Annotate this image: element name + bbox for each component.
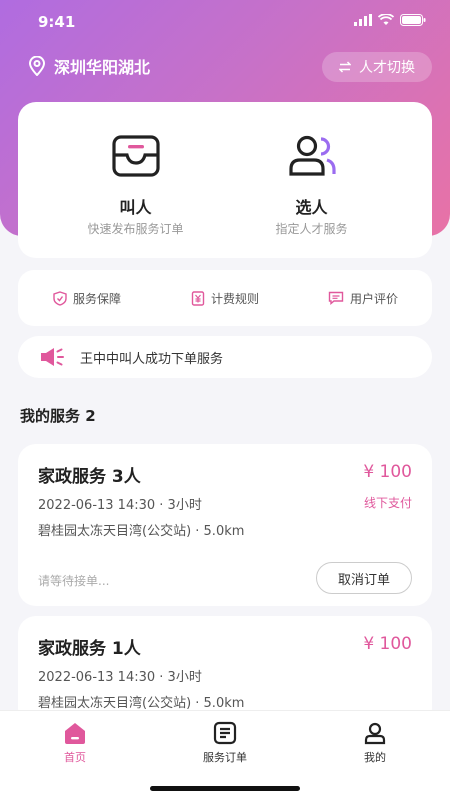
feature-bar: 服务保障 计费规则 用户评价 xyxy=(18,270,432,326)
location-selector[interactable]: 深圳华阳湖北 xyxy=(28,54,150,78)
feature-service-guarantee[interactable]: 服务保障 xyxy=(18,290,156,307)
choose-person-title: 选人 xyxy=(295,198,328,217)
notice-banner[interactable]: 王中中叫人成功下单服务 xyxy=(18,336,432,378)
tab-label: 服务订单 xyxy=(203,751,247,764)
status-bar: 9:41 xyxy=(0,0,450,44)
cancel-order-button[interactable]: 取消订单 xyxy=(316,562,412,594)
order-card[interactable]: 家政服务 3人 ¥ 100 2022-06-13 14:30 · 3小时 线下支… xyxy=(18,444,432,606)
order-title: 家政服务 1人 xyxy=(38,639,141,659)
status-time: 9:41 xyxy=(38,13,76,31)
swap-icon xyxy=(339,61,351,73)
home-icon xyxy=(65,723,85,744)
order-time: 2022-06-13 14:30 · 3小时 xyxy=(38,498,202,513)
feature-user-reviews[interactable]: 用户评价 xyxy=(294,290,432,307)
order-payment-method: 线下支付 xyxy=(363,496,412,510)
battery-icon xyxy=(400,14,426,26)
tab-service-orders[interactable]: 服务订单 xyxy=(150,721,300,765)
talent-switch-button[interactable]: 人才切换 xyxy=(322,52,432,82)
inbox-icon xyxy=(111,135,160,177)
wifi-icon xyxy=(378,14,394,25)
order-title: 家政服务 3人 xyxy=(38,467,141,487)
order-price: ¥ 100 xyxy=(363,634,412,654)
comment-icon xyxy=(328,291,344,305)
order-address: 碧桂园太冻天目湾(公交站) · 5.0km xyxy=(38,696,245,711)
quick-action-card: 叫人 快速发布服务订单 选人 指定人才服务 xyxy=(18,102,432,258)
tab-label: 我的 xyxy=(364,751,386,764)
megaphone-icon xyxy=(41,348,64,366)
order-address: 碧桂园太冻天目湾(公交站) · 5.0km xyxy=(38,524,245,539)
tab-home[interactable]: 首页 xyxy=(0,721,150,765)
order-time: 2022-06-13 14:30 · 3小时 xyxy=(38,670,202,685)
feature-billing-rules[interactable]: 计费规则 xyxy=(156,290,294,307)
location-label: 深圳华阳湖北 xyxy=(54,58,151,77)
yuan-receipt-icon xyxy=(191,290,205,306)
signal-icon xyxy=(354,14,372,26)
location-pin-icon xyxy=(28,56,46,76)
tab-label: 首页 xyxy=(64,751,86,764)
order-price: ¥ 100 xyxy=(363,462,412,482)
choose-person-action[interactable]: 选人 指定人才服务 xyxy=(208,102,415,258)
feature-label: 计费规则 xyxy=(210,291,259,306)
talent-switch-label: 人才切换 xyxy=(359,60,415,76)
feature-label: 服务保障 xyxy=(72,291,121,306)
status-icons xyxy=(354,14,426,26)
users-icon xyxy=(288,135,336,176)
my-services-title: 我的服务 2 xyxy=(20,407,96,425)
order-status: 请等待接单... xyxy=(38,574,110,588)
profile-icon xyxy=(364,722,386,745)
home-indicator xyxy=(150,786,300,791)
choose-person-subtitle: 指定人才服务 xyxy=(275,222,348,236)
shield-icon xyxy=(53,290,67,306)
notice-text: 王中中叫人成功下单服务 xyxy=(80,351,224,367)
feature-label: 用户评价 xyxy=(349,291,398,306)
orders-icon xyxy=(213,721,237,745)
tab-profile[interactable]: 我的 xyxy=(300,721,450,765)
